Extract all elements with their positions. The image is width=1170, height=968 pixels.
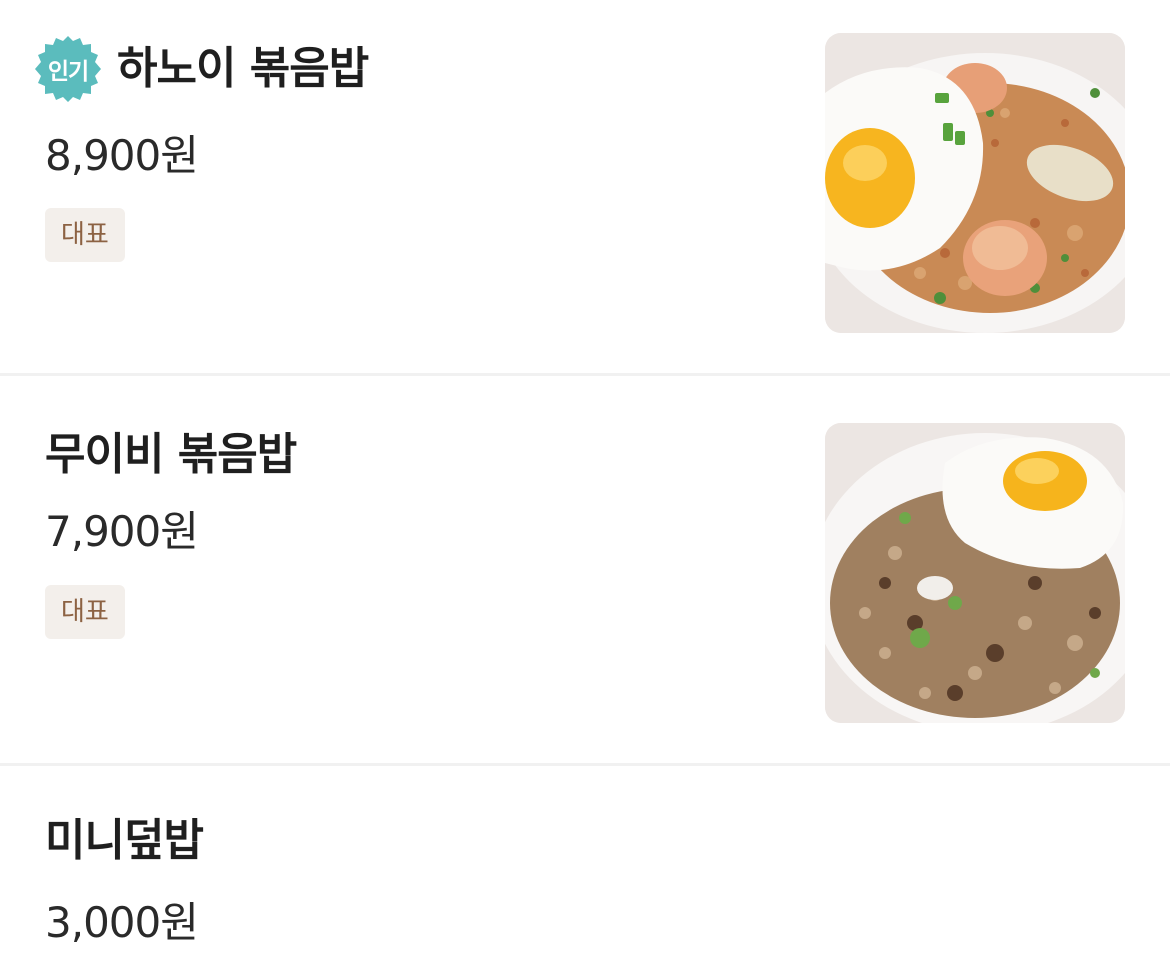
popular-badge-label: 인기 — [47, 59, 89, 85]
menu-item[interactable]: 무이비 볶음밥 7,900원 대표 — [0, 379, 1170, 766]
menu-name: 무이비 볶음밥 — [45, 429, 297, 480]
menu-price: 7,900원 — [45, 507, 199, 556]
menu-item[interactable]: 미니덮밥 3,000원 — [0, 769, 1170, 968]
menu-name-row: 미니덮밥 — [45, 811, 204, 871]
menu-price: 8,900원 — [45, 131, 199, 180]
menu-name: 미니덮밥 — [45, 815, 204, 866]
popular-badge: 인기 — [33, 34, 103, 104]
menu-thumbnail[interactable] — [825, 423, 1125, 723]
menu-name-row: 인기 하노이 볶음밥 — [33, 34, 369, 104]
signature-tag: 대표 — [45, 208, 125, 262]
menu-name: 하노이 볶음밥 — [117, 43, 369, 94]
menu-name-row: 무이비 볶음밥 — [45, 425, 297, 485]
menu-thumbnail[interactable] — [825, 33, 1125, 333]
fried-rice-beef-egg-icon — [825, 423, 1125, 723]
menu-price: 3,000원 — [45, 898, 199, 947]
fried-rice-shrimp-egg-icon — [825, 33, 1125, 333]
menu-item[interactable]: 인기 하노이 볶음밥 8,900원 대표 — [0, 0, 1170, 376]
menu-list: 인기 하노이 볶음밥 8,900원 대표 무이비 볶음밥 7,900원 대표 미… — [0, 0, 1170, 968]
signature-tag: 대표 — [45, 585, 125, 639]
